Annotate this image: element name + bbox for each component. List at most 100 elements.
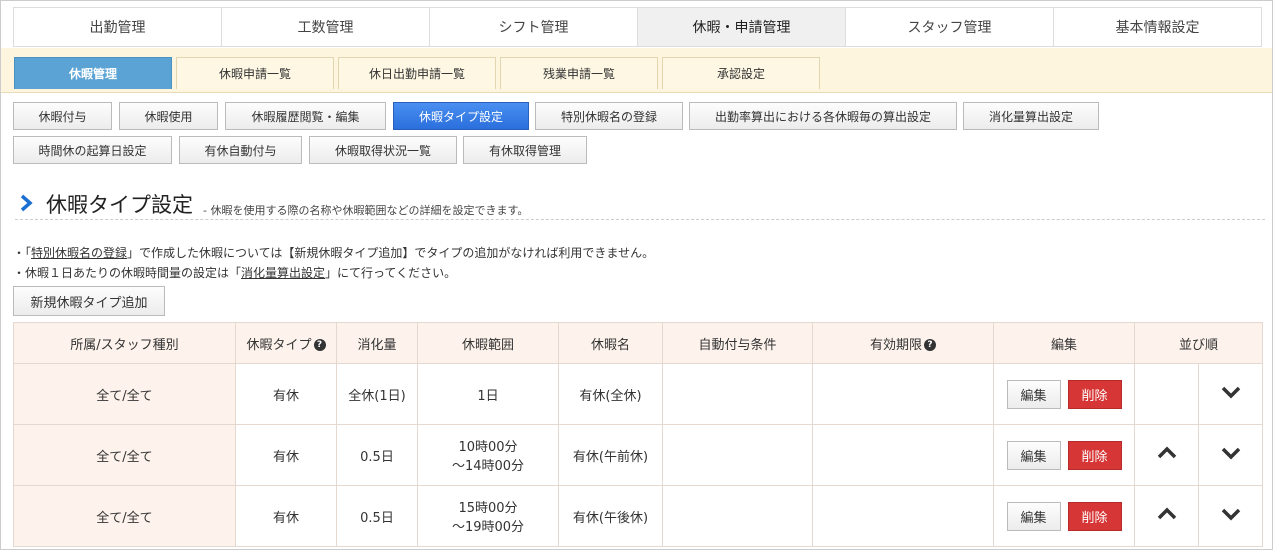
page-title: 休暇タイプ設定 [46,193,193,217]
col-header: 編集 [993,322,1135,364]
main-nav: 出勤管理 工数管理 シフト管理 休暇・申請管理 スタッフ管理 基本情報設定 [13,7,1262,47]
cell-name: 有休(午前休) [558,424,663,486]
cell-move-up [1134,485,1199,547]
page-description: - 休暇を使用する際の名称や休暇範囲などの詳細を設定できます。 [203,204,529,217]
table-header-row: 所属/スタッフ種別 休暇タイプ? 消化量 休暇範囲 休暇名 自動付与条件 有効期… [13,322,1263,364]
tab-shift[interactable]: シフト管理 [430,8,638,46]
cell-name: 有休(午後休) [558,485,663,547]
help-icon[interactable]: ? [313,339,326,351]
chevron-down-icon[interactable] [1221,446,1241,460]
delete-button[interactable]: 削除 [1067,501,1122,531]
cell-edit: 編集 削除 [993,485,1135,547]
chevron-down-icon[interactable] [1221,507,1241,521]
range-line: ～19時00分 [451,520,525,535]
delete-button[interactable]: 削除 [1067,440,1122,470]
consumption-calc-link[interactable]: 消化量算出設定 [241,266,325,280]
hourly-leave-start-button[interactable]: 時間休の起算日設定 [13,136,172,164]
leave-status-list-button[interactable]: 休暇取得状況一覧 [309,136,457,164]
col-header: 有効期限? [812,322,994,364]
note-text: ・休暇１日あたりの休暇時間量の設定は「 [13,266,242,280]
col-header: 並び順 [1134,322,1263,364]
leave-grant-button[interactable]: 休暇付与 [13,102,112,130]
col-header: 消化量 [336,322,418,364]
add-leave-type-button[interactable]: 新規休暇タイプ追加 [13,286,165,316]
edit-button[interactable]: 編集 [1006,501,1061,531]
auto-paid-leave-button[interactable]: 有休自動付与 [179,136,302,164]
leave-type-table: 所属/スタッフ種別 休暇タイプ? 消化量 休暇範囲 休暇名 自動付与条件 有効期… [13,322,1263,547]
note-special-leave: ・「特別休暇名の登録」で作成した休暇については【新規休暇タイプ追加】でタイプの追… [13,244,654,261]
cell-expiry [812,424,994,486]
chevron-up-icon[interactable] [1157,446,1177,460]
cell-type: 有休 [235,363,337,425]
subtab-leave-management[interactable]: 休暇管理 [14,57,172,89]
col-header: 休暇名 [558,322,663,364]
cell-expiry [812,363,994,425]
note-text: 」にて行ってください。 [325,266,457,280]
sub-nav: 休暇管理 休暇申請一覧 休日出勤申請一覧 残業申請一覧 承認設定 [1,48,1272,93]
tab-leave-requests[interactable]: 休暇・申請管理 [638,8,846,46]
cell-range: 1日 [417,363,559,425]
col-header-label: 休暇タイプ [246,337,312,353]
subtab-approval-settings[interactable]: 承認設定 [662,57,820,89]
col-header-label: 有効期限 [869,337,922,353]
cell-move-down [1198,363,1263,425]
cell-move-up [1134,424,1199,486]
cell-scope: 全て/全て [13,363,236,425]
leave-use-button[interactable]: 休暇使用 [119,102,218,130]
cell-scope: 全て/全て [13,424,236,486]
cell-amount: 全休(1日) [336,363,418,425]
app-frame: 出勤管理 工数管理 シフト管理 休暇・申請管理 スタッフ管理 基本情報設定 休暇… [0,0,1273,550]
col-header: 休暇タイプ? [235,322,337,364]
tab-basic-settings[interactable]: 基本情報設定 [1054,8,1261,46]
table-row: 全て/全て 有休 0.5日 15時00分 ～19時00分 有休(午後休) 編集 削除 [13,485,1263,547]
chevron-up-icon[interactable] [1157,507,1177,521]
cell-scope: 全て/全て [13,485,236,547]
cell-range: 10時00分 ～14時00分 [417,424,559,486]
cell-auto [662,485,813,547]
cell-type: 有休 [235,485,337,547]
range-line: 15時00分 [458,501,518,516]
chevron-right-icon [20,194,33,212]
subtab-overtime-list[interactable]: 残業申請一覧 [500,57,658,89]
range-line: 10時00分 [458,440,518,455]
consumption-calc-button[interactable]: 消化量算出設定 [963,102,1099,130]
leave-type-settings-button[interactable]: 休暇タイプ設定 [393,102,529,130]
cell-expiry [812,485,994,547]
col-header: 休暇範囲 [417,322,559,364]
paid-leave-management-button[interactable]: 有休取得管理 [463,136,587,164]
cell-auto [662,363,813,425]
cell-edit: 編集 削除 [993,424,1135,486]
attendance-rate-calc-button[interactable]: 出勤率算出における各休暇毎の算出設定 [689,102,957,130]
tab-attendance[interactable]: 出勤管理 [14,8,222,46]
col-header: 所属/スタッフ種別 [13,322,236,364]
tab-workhours[interactable]: 工数管理 [222,8,430,46]
edit-button[interactable]: 編集 [1006,440,1061,470]
special-leave-name-button[interactable]: 特別休暇名の登録 [535,102,683,130]
note-text: 」で作成した休暇については【新規休暇タイプ追加】でタイプの追加がなければ利用でき… [127,246,655,260]
page-heading: 休暇タイプ設定 - 休暇を使用する際の名称や休暇範囲などの詳細を設定できます。 [15,189,1265,220]
cell-range: 15時00分 ～19時00分 [417,485,559,547]
delete-button[interactable]: 削除 [1067,379,1122,409]
cell-move-down [1198,485,1263,547]
cell-amount: 0.5日 [336,485,418,547]
col-header: 自動付与条件 [662,322,813,364]
table-row: 全て/全て 有休 全休(1日) 1日 有休(全休) 編集 削除 [13,363,1263,425]
subtab-holiday-work-list[interactable]: 休日出勤申請一覧 [338,57,496,89]
note-text: ・「 [13,246,32,260]
table-row: 全て/全て 有休 0.5日 10時00分 ～14時00分 有休(午前休) 編集 削除 [13,424,1263,486]
cell-move-down [1198,424,1263,486]
cell-amount: 0.5日 [336,424,418,486]
note-consumption: ・休暇１日あたりの休暇時間量の設定は「消化量算出設定」にて行ってください。 [13,264,456,281]
cell-edit: 編集 削除 [993,363,1135,425]
edit-button[interactable]: 編集 [1006,379,1061,409]
subtab-leave-request-list[interactable]: 休暇申請一覧 [176,57,334,89]
range-line: 1日 [477,388,499,404]
special-leave-link[interactable]: 特別休暇名の登録 [31,246,127,260]
leave-history-button[interactable]: 休暇履歴閲覧・編集 [225,102,386,130]
cell-name: 有休(全休) [558,363,663,425]
tab-staff[interactable]: スタッフ管理 [846,8,1054,46]
chevron-down-icon[interactable] [1221,385,1241,399]
help-icon[interactable]: ? [924,339,936,351]
cell-type: 有休 [235,424,337,486]
cell-auto [662,424,813,486]
